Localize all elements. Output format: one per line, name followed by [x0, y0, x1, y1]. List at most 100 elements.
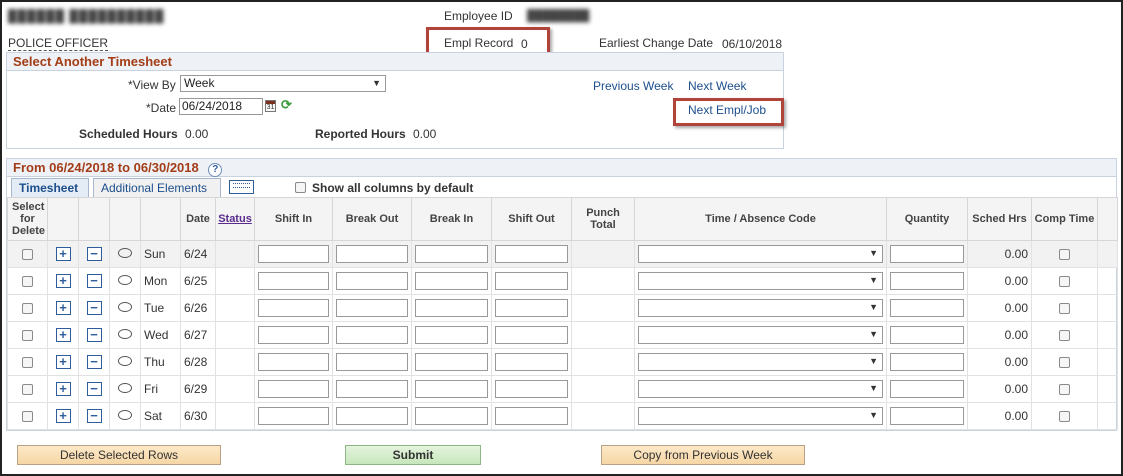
remove-row-button[interactable]: −: [86, 247, 102, 262]
break-out-input[interactable]: [336, 299, 408, 317]
comment-icon[interactable]: [118, 248, 132, 258]
table-row: + − Sun 6/24 ▼ 0.00: [7, 240, 1118, 268]
shift-in-input[interactable]: [258, 353, 329, 371]
col-break-in: Break In: [411, 197, 492, 241]
comp-time-checkbox[interactable]: [1059, 357, 1070, 369]
comp-time-checkbox[interactable]: [1059, 249, 1070, 261]
break-out-input[interactable]: [336, 380, 408, 398]
break-out-input[interactable]: [336, 407, 408, 425]
empl-record-value: 0: [521, 37, 528, 51]
next-week-link[interactable]: Next Week: [688, 79, 746, 93]
break-in-input[interactable]: [415, 407, 488, 425]
comp-time-checkbox[interactable]: [1059, 411, 1070, 423]
break-in-input[interactable]: [415, 353, 488, 371]
shift-out-input[interactable]: [495, 407, 568, 425]
comment-icon[interactable]: [118, 383, 132, 393]
quantity-input[interactable]: [890, 299, 964, 317]
select-row-checkbox[interactable]: [22, 384, 33, 396]
shift-out-input[interactable]: [495, 272, 568, 290]
select-row-checkbox[interactable]: [22, 303, 33, 315]
remove-row-button[interactable]: −: [86, 355, 102, 370]
remove-row-button[interactable]: −: [86, 382, 102, 397]
punch-total: [571, 348, 635, 376]
break-out-input[interactable]: [336, 245, 408, 263]
comment-icon[interactable]: [118, 410, 132, 420]
add-row-button[interactable]: +: [55, 382, 71, 397]
shift-out-input[interactable]: [495, 326, 568, 344]
comp-time-checkbox[interactable]: [1059, 303, 1070, 315]
break-in-input[interactable]: [415, 272, 488, 290]
time-absence-code-select[interactable]: ▼: [638, 299, 883, 317]
copy-previous-week-button[interactable]: Copy from Previous Week: [601, 445, 805, 465]
comment-icon[interactable]: [118, 356, 132, 366]
shift-in-input[interactable]: [258, 380, 329, 398]
add-row-button[interactable]: +: [55, 409, 71, 424]
add-row-button[interactable]: +: [55, 301, 71, 316]
shift-in-input[interactable]: [258, 326, 329, 344]
remove-row-button[interactable]: −: [86, 328, 102, 343]
remove-row-button[interactable]: −: [86, 301, 102, 316]
remove-row-button[interactable]: −: [86, 274, 102, 289]
remove-row-button[interactable]: −: [86, 409, 102, 424]
add-row-button[interactable]: +: [55, 328, 71, 343]
shift-in-input[interactable]: [258, 272, 329, 290]
break-in-input[interactable]: [415, 380, 488, 398]
shift-out-input[interactable]: [495, 353, 568, 371]
select-row-checkbox[interactable]: [22, 330, 33, 342]
shift-out-input[interactable]: [495, 380, 568, 398]
quantity-input[interactable]: [890, 245, 964, 263]
break-in-input[interactable]: [415, 245, 488, 263]
previous-week-link[interactable]: Previous Week: [593, 79, 673, 93]
grid-view-icon[interactable]: [229, 180, 254, 194]
select-timesheet-title: Select Another Timesheet: [7, 53, 783, 71]
time-absence-code-select[interactable]: ▼: [638, 353, 883, 371]
comment-icon[interactable]: [118, 302, 132, 312]
time-absence-code-select[interactable]: ▼: [638, 407, 883, 425]
break-in-input[interactable]: [415, 299, 488, 317]
quantity-input[interactable]: [890, 407, 964, 425]
time-absence-code-select[interactable]: ▼: [638, 380, 883, 398]
shift-in-input[interactable]: [258, 299, 329, 317]
next-empl-job-link[interactable]: Next Empl/Job: [688, 103, 766, 117]
add-row-button[interactable]: +: [55, 247, 71, 262]
select-row-checkbox[interactable]: [22, 276, 33, 288]
calendar-icon[interactable]: 31: [265, 100, 276, 112]
quantity-input[interactable]: [890, 326, 964, 344]
shift-out-input[interactable]: [495, 299, 568, 317]
submit-button[interactable]: Submit: [345, 445, 481, 465]
date-input[interactable]: 06/24/2018: [179, 98, 263, 115]
break-in-input[interactable]: [415, 326, 488, 344]
delete-selected-rows-button[interactable]: Delete Selected Rows: [17, 445, 221, 465]
time-absence-code-select[interactable]: ▼: [638, 245, 883, 263]
break-out-input[interactable]: [336, 353, 408, 371]
quantity-input[interactable]: [890, 353, 964, 371]
col-status[interactable]: Status: [215, 197, 255, 241]
break-out-input[interactable]: [336, 326, 408, 344]
view-by-select[interactable]: Week ▼: [180, 75, 386, 92]
shift-in-input[interactable]: [258, 407, 329, 425]
add-row-button[interactable]: +: [55, 274, 71, 289]
view-by-value: Week: [184, 76, 215, 90]
quantity-input[interactable]: [890, 380, 964, 398]
show-all-columns-checkbox[interactable]: [295, 180, 306, 194]
help-icon[interactable]: ?: [208, 163, 223, 177]
break-out-input[interactable]: [336, 272, 408, 290]
add-row-button[interactable]: +: [55, 355, 71, 370]
time-absence-code-select[interactable]: ▼: [638, 272, 883, 290]
shift-in-input[interactable]: [258, 245, 329, 263]
comment-icon[interactable]: [118, 275, 132, 285]
select-row-checkbox[interactable]: [22, 249, 33, 261]
comment-icon[interactable]: [118, 329, 132, 339]
refresh-icon[interactable]: ⟳: [281, 97, 292, 113]
quantity-input[interactable]: [890, 272, 964, 290]
select-row-checkbox[interactable]: [22, 411, 33, 423]
comp-time-checkbox[interactable]: [1059, 276, 1070, 288]
tab-additional-elements[interactable]: Additional Elements: [93, 178, 221, 198]
shift-out-input[interactable]: [495, 245, 568, 263]
comp-time-checkbox[interactable]: [1059, 384, 1070, 396]
time-absence-code-select[interactable]: ▼: [638, 326, 883, 344]
select-row-checkbox[interactable]: [22, 357, 33, 369]
comp-time-checkbox[interactable]: [1059, 330, 1070, 342]
row-day: Mon: [140, 267, 181, 295]
tab-timesheet[interactable]: Timesheet: [11, 178, 89, 198]
